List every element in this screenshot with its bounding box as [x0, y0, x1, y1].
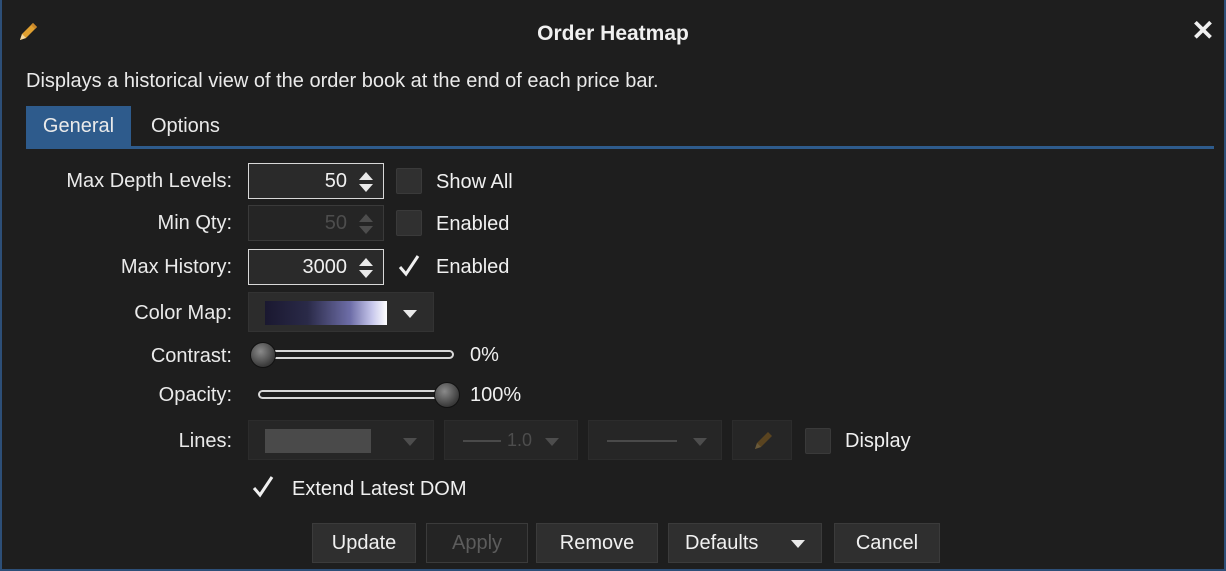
- color-map-gradient: [265, 301, 387, 325]
- up-down-arrows-icon[interactable]: [357, 170, 375, 194]
- checkmark-icon: [252, 476, 274, 498]
- extend-latest-dom-checkbox[interactable]: [250, 474, 276, 500]
- color-map-dropdown[interactable]: [248, 292, 434, 332]
- lines-display-checkbox[interactable]: [805, 428, 831, 454]
- tab-bar: General Options: [26, 106, 1214, 149]
- cancel-button[interactable]: Cancel: [834, 523, 940, 563]
- description-text: Displays a historical view of the order …: [26, 70, 659, 92]
- close-icon[interactable]: ✕: [1190, 16, 1216, 46]
- caret-down-icon: [403, 310, 417, 318]
- opacity-value: 100%: [470, 384, 522, 406]
- defaults-label: Defaults: [685, 532, 759, 554]
- apply-button[interactable]: Apply: [426, 523, 528, 563]
- color-map-label: Color Map:: [134, 302, 232, 324]
- remove-button[interactable]: Remove: [536, 523, 658, 563]
- extend-latest-dom-label: Extend Latest DOM: [292, 478, 467, 500]
- lines-width-dropdown[interactable]: 1.0: [444, 420, 578, 460]
- lines-style-dropdown[interactable]: [588, 420, 722, 460]
- min-qty-stepper[interactable]: 50: [248, 205, 384, 241]
- min-qty-value: 50: [324, 212, 347, 234]
- line-style-sample: [607, 440, 677, 442]
- max-history-value: 3000: [302, 256, 348, 278]
- checkmark-icon: [398, 255, 420, 277]
- show-all-checkbox[interactable]: [396, 168, 422, 194]
- opacity-slider[interactable]: [258, 390, 454, 399]
- caret-down-icon: [693, 438, 707, 446]
- show-all-label: Show All: [436, 171, 513, 193]
- min-qty-label: Min Qty:: [157, 212, 232, 234]
- contrast-slider[interactable]: [258, 350, 454, 359]
- max-history-label: Max History:: [120, 256, 232, 278]
- lines-color-dropdown[interactable]: [248, 420, 434, 460]
- max-history-enabled-checkbox[interactable]: [396, 253, 422, 279]
- lines-edit-button[interactable]: [732, 420, 792, 460]
- up-down-arrows-icon: [359, 214, 373, 234]
- window-title: Order Heatmap: [537, 22, 689, 45]
- defaults-button[interactable]: Defaults: [668, 523, 822, 563]
- lines-color-swatch: [265, 429, 371, 453]
- up-down-arrows-icon[interactable]: [357, 256, 375, 280]
- max-depth-levels-label: Max Depth Levels:: [66, 170, 232, 192]
- lines-display-label: Display: [845, 430, 911, 452]
- lines-width-value: 1.0: [507, 430, 533, 450]
- tab-options[interactable]: Options: [141, 106, 230, 146]
- contrast-value: 0%: [470, 344, 499, 366]
- caret-down-icon: [791, 540, 805, 548]
- pencil-icon: [755, 432, 772, 449]
- order-heatmap-dialog: Order Heatmap ✕ Displays a historical vi…: [0, 0, 1226, 571]
- max-history-stepper[interactable]: 3000: [248, 249, 384, 285]
- update-button[interactable]: Update: [312, 523, 416, 563]
- max-history-enabled-label: Enabled: [436, 256, 510, 278]
- contrast-slider-handle[interactable]: [250, 342, 276, 368]
- lines-label: Lines:: [178, 430, 232, 452]
- tab-general[interactable]: General: [26, 106, 131, 146]
- title-bar: Order Heatmap ✕: [2, 0, 1224, 64]
- max-depth-levels-stepper[interactable]: 50: [248, 163, 384, 199]
- contrast-label: Contrast:: [150, 345, 232, 367]
- line-width-sample: [463, 440, 501, 442]
- max-depth-levels-value: 50: [324, 170, 347, 192]
- opacity-label: Opacity:: [158, 384, 232, 406]
- min-qty-enabled-label: Enabled: [436, 213, 510, 235]
- min-qty-enabled-checkbox[interactable]: [396, 210, 422, 236]
- caret-down-icon: [403, 438, 417, 446]
- opacity-slider-handle[interactable]: [434, 382, 460, 408]
- caret-down-icon: [545, 438, 559, 446]
